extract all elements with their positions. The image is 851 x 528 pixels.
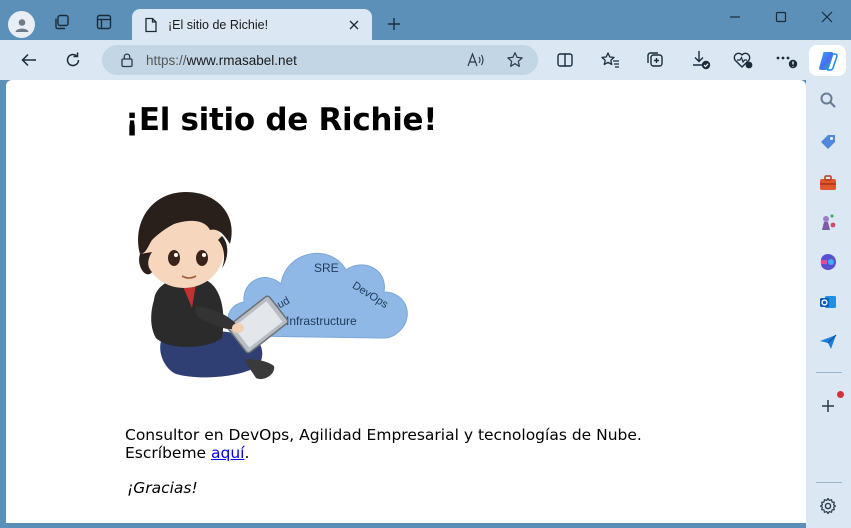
minimize-icon <box>730 16 740 18</box>
contact-suffix: . <box>244 444 250 462</box>
workspaces-icon <box>55 14 69 30</box>
edge-sidebar <box>806 80 851 528</box>
web-page: ¡El sitio de Richie! SRE Cloud DevOps In… <box>6 80 806 523</box>
new-tab-button[interactable] <box>380 10 408 38</box>
richie-cloud-illustration: SRE Cloud DevOps Infrastructure <box>138 192 408 380</box>
sidebar-outlook-button[interactable] <box>814 288 842 316</box>
url-text[interactable]: https://www.rmasabel.net <box>146 53 466 68</box>
search-icon <box>820 92 836 108</box>
cloud-label-infrastructure: Infrastructure <box>286 314 357 328</box>
tools-icon <box>820 175 836 190</box>
plus-icon <box>388 18 400 30</box>
shopping-icon <box>821 135 835 149</box>
back-button[interactable] <box>14 46 44 74</box>
thanks-text: ¡Gracias! <box>127 479 198 497</box>
downloads-icon <box>693 51 711 70</box>
sidebar-shopping-button[interactable] <box>814 128 842 156</box>
more-icon <box>776 56 798 69</box>
close-window-icon <box>821 11 833 23</box>
minimize-button[interactable] <box>712 2 758 32</box>
tab-actions-button[interactable] <box>90 8 118 36</box>
profile-avatar[interactable] <box>8 11 35 38</box>
downloads-button[interactable] <box>686 46 716 74</box>
more-button[interactable] <box>772 46 802 74</box>
maximize-button[interactable] <box>758 2 804 32</box>
microsoft-365-icon <box>820 254 836 270</box>
contact-prefix: Escríbeme <box>125 444 212 462</box>
cloud-label-sre: SRE <box>314 261 339 275</box>
tab-actions-icon <box>96 14 112 30</box>
contact-link[interactable]: aquí <box>211 444 244 462</box>
collections-button[interactable] <box>640 46 670 74</box>
sidebar-m365-button[interactable] <box>814 248 842 276</box>
back-icon <box>21 53 36 67</box>
add-icon <box>822 400 834 412</box>
close-tab-button[interactable] <box>342 13 366 37</box>
sidebar-games-button[interactable] <box>814 208 842 236</box>
workspaces-button[interactable] <box>48 8 76 36</box>
refresh-button[interactable] <box>58 46 88 74</box>
collections-icon <box>647 52 663 67</box>
notification-dot <box>837 391 844 398</box>
lock-icon[interactable] <box>120 52 134 68</box>
address-bar[interactable]: https://www.rmasabel.net <box>102 45 538 75</box>
games-icon <box>822 214 836 230</box>
sidebar-settings-button[interactable] <box>814 492 842 520</box>
browser-essentials-button[interactable] <box>728 46 758 74</box>
favorites-button[interactable] <box>595 46 625 74</box>
maximize-icon <box>775 11 787 23</box>
favorites-icon <box>601 52 619 68</box>
sidebar-tools-button[interactable] <box>814 169 842 197</box>
sidebar-search-button[interactable] <box>814 86 842 114</box>
url-host: www.rmasabel.net <box>186 52 297 68</box>
consultant-description: Consultor en DevOps, Agilidad Empresaria… <box>125 426 642 444</box>
copilot-button[interactable] <box>809 45 846 76</box>
copilot-icon <box>818 51 838 71</box>
settings-icon <box>819 497 837 515</box>
url-scheme: https:// <box>146 52 187 68</box>
sidebar-divider <box>816 372 842 373</box>
profile-icon <box>15 18 28 32</box>
sidebar-send-button[interactable] <box>814 328 842 356</box>
title-bar: ¡El sitio de Richie! <box>0 0 851 40</box>
read-aloud-icon[interactable] <box>466 51 486 69</box>
tab-title: ¡El sitio de Richie! <box>168 17 269 32</box>
favorite-star-icon[interactable] <box>506 51 524 69</box>
refresh-icon <box>66 52 80 67</box>
split-screen-button[interactable] <box>550 46 580 74</box>
close-window-button[interactable] <box>804 2 850 32</box>
split-screen-icon <box>557 53 573 67</box>
contact-line: Escríbeme aquí. <box>125 444 249 462</box>
page-icon <box>145 17 157 32</box>
active-tab[interactable]: ¡El sitio de Richie! <box>132 9 372 40</box>
toolbar: https://www.rmasabel.net <box>0 40 851 80</box>
close-icon <box>349 20 359 29</box>
sidebar-divider-bottom <box>816 482 842 483</box>
browser-essentials-icon <box>733 52 753 69</box>
send-icon <box>820 334 837 349</box>
outlook-icon <box>820 296 836 308</box>
page-heading: ¡El sitio de Richie! <box>125 102 438 138</box>
